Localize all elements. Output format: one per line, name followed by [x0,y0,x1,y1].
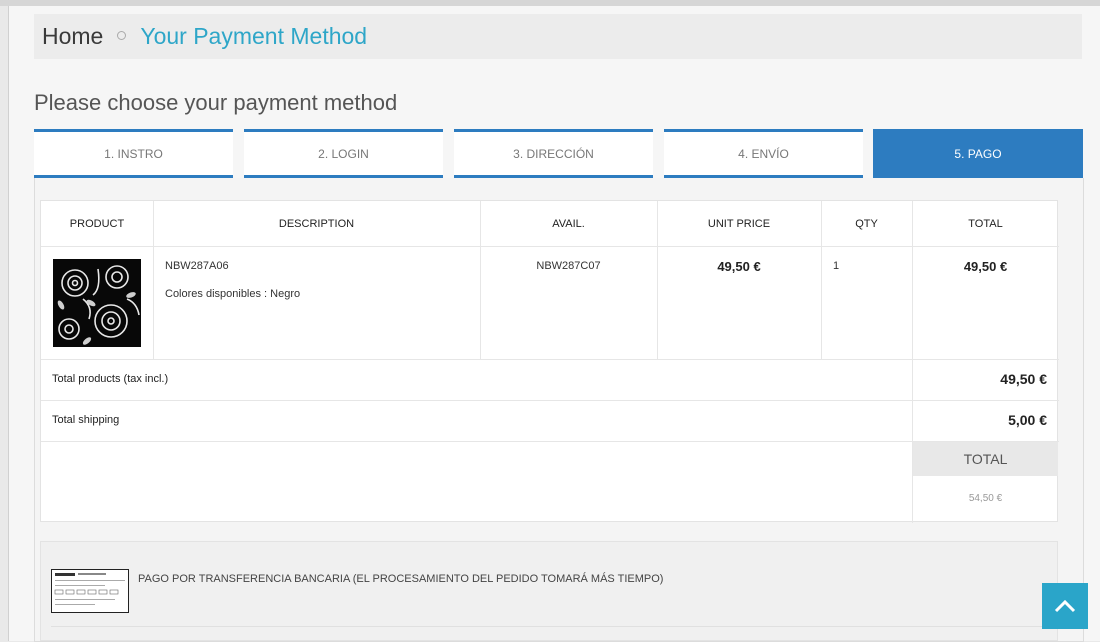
product-availability: NBW287C07 [536,260,601,272]
header-qty: QTY [855,218,878,230]
step-login[interactable]: 2. LOGIN [244,129,443,178]
header-unit-price: UNIT PRICE [707,218,771,230]
payment-option-bank-transfer[interactable]: PAGO POR TRANSFERENCIA BANCARIA (EL PROC… [138,573,663,585]
product-quantity: 1 [833,260,840,272]
breadcrumb-home-link[interactable]: Home [42,23,103,50]
table-divider [41,400,1059,401]
total-products-value: 49,50 € [1000,371,1047,387]
breadcrumb-current: Your Payment Method [140,23,368,49]
checkout-steps: 1. INSTRO 2. LOGIN 3. DIRECCIÓN 4. ENVÍO… [34,129,1083,178]
table-divider [41,359,1059,360]
total-products-label: Total products (tax incl.) [52,373,169,385]
breadcrumb-separator-icon [117,31,127,40]
back-to-top-button[interactable] [1042,583,1088,629]
breadcrumb: Home Your Payment Method [34,14,1082,59]
bank-transfer-icon[interactable] [51,569,129,613]
header-description: DESCRIPTION [278,218,355,230]
product-total: 49,50 € [963,259,1008,274]
grand-total-label: TOTAL [913,442,1058,476]
header-product: PRODUCT [69,218,125,230]
chevron-up-icon [1054,599,1076,613]
step-instro[interactable]: 1. INSTRO [34,129,233,178]
product-attributes: Colores disponibles : Negro [165,288,301,300]
product-image[interactable] [53,259,141,347]
total-shipping-label: Total shipping [52,414,120,426]
payment-divider [51,626,1049,627]
step-payment[interactable]: 5. PAGO [873,129,1083,178]
step-address[interactable]: 3. DIRECCIÓN [454,129,653,178]
table-divider [41,441,1059,442]
header-avail: AVAIL. [552,218,585,230]
cart-summary-table: PRODUCT DESCRIPTION AVAIL. UNIT PRICE QT… [40,200,1059,523]
header-total: TOTAL [968,218,1003,230]
step-shipping[interactable]: 4. ENVÍO [664,129,863,178]
total-shipping-value: 5,00 € [1008,412,1047,428]
product-unit-price: 49,50 € [717,259,761,274]
product-reference[interactable]: NBW287A06 [165,260,229,272]
grand-total-value: 54,50 € [968,492,1003,504]
payment-options: PAGO POR TRANSFERENCIA BANCARIA (EL PROC… [40,541,1058,641]
page-title: Please choose your payment method [34,90,398,115]
